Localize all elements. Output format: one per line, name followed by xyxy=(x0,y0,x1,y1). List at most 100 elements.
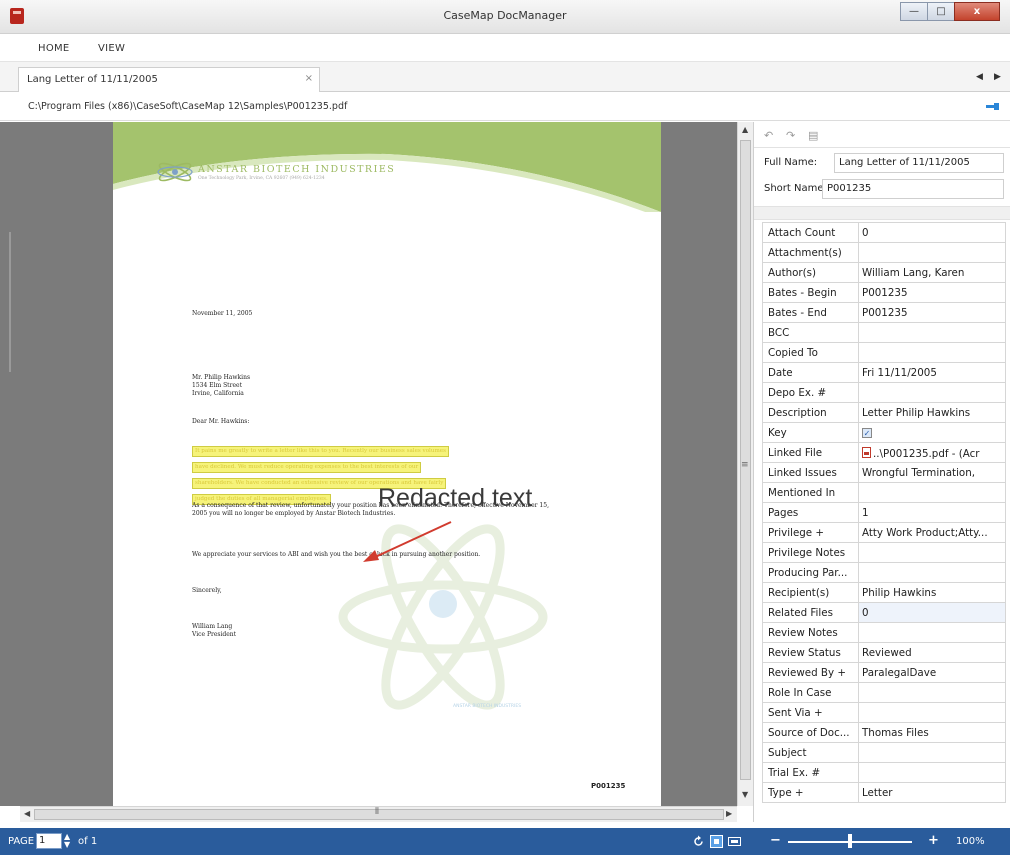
scroll-right-icon[interactable]: ▶ xyxy=(726,809,732,818)
property-row[interactable]: Role In Case xyxy=(763,683,1006,703)
property-row[interactable]: Linked Issues Wrongful Termination, xyxy=(763,463,1006,483)
property-value[interactable]: P001235 xyxy=(859,303,1006,322)
property-value[interactable] xyxy=(859,383,1006,402)
property-value[interactable] xyxy=(859,763,1006,782)
fit-page-icon[interactable] xyxy=(710,835,723,848)
property-value[interactable]: 0 xyxy=(859,603,1006,622)
property-value[interactable]: Thomas Files xyxy=(859,723,1006,742)
property-row[interactable]: Depo Ex. # xyxy=(763,383,1006,403)
property-row[interactable]: Date Fri 11/11/2005 xyxy=(763,363,1006,383)
property-value[interactable] xyxy=(859,743,1006,762)
property-value[interactable] xyxy=(859,343,1006,362)
tab-prev-icon[interactable]: ◀ xyxy=(976,72,983,82)
property-row[interactable]: Privilege Notes xyxy=(763,543,1006,563)
page-label: PAGE xyxy=(8,836,35,847)
page-spinner-icon[interactable]: ▲ ▼ xyxy=(64,833,70,849)
horizontal-scroll-thumb[interactable] xyxy=(34,809,724,820)
property-row[interactable]: Related Files 0 xyxy=(763,603,1006,623)
zoom-slider-thumb[interactable] xyxy=(848,834,852,848)
property-row[interactable]: Attachment(s) xyxy=(763,243,1006,263)
property-row[interactable]: Sent Via + xyxy=(763,703,1006,723)
scroll-left-icon[interactable]: ◀ xyxy=(24,809,30,818)
property-value[interactable]: ParalegalDave xyxy=(859,663,1006,682)
tab-close-icon[interactable]: × xyxy=(305,73,313,84)
property-value[interactable]: Reviewed xyxy=(859,643,1006,662)
property-row[interactable]: Privilege + Atty Work Product;Atty... xyxy=(763,523,1006,543)
property-value[interactable]: 0 xyxy=(859,223,1006,242)
vertical-scrollbar[interactable]: ▲ ≡ ▼ xyxy=(737,122,753,806)
property-row[interactable]: Review Notes xyxy=(763,623,1006,643)
rotate-icon[interactable] xyxy=(692,835,705,848)
company-logo-icon xyxy=(157,162,193,182)
property-key: Pages xyxy=(763,503,859,522)
property-key: Reviewed By + xyxy=(763,663,859,682)
property-row[interactable]: Producing Par... xyxy=(763,563,1006,583)
menu-view[interactable]: VIEW xyxy=(98,43,125,54)
property-key: Privilege Notes xyxy=(763,543,859,562)
zoom-out-button[interactable]: − xyxy=(770,833,781,848)
property-row[interactable]: Type + Letter xyxy=(763,783,1006,803)
property-value[interactable]: Philip Hawkins xyxy=(859,583,1006,602)
print-icon[interactable]: ▤ xyxy=(808,129,818,142)
undo-icon[interactable]: ↶ xyxy=(764,129,773,142)
full-name-field[interactable]: Lang Letter of 11/11/2005 xyxy=(834,153,1004,173)
property-row[interactable]: Bates - Begin P001235 xyxy=(763,283,1006,303)
property-row[interactable]: Reviewed By + ParalegalDave xyxy=(763,663,1006,683)
property-value[interactable]: ..\P001235.pdf - (Acr xyxy=(859,443,1006,462)
property-row[interactable]: Review Status Reviewed xyxy=(763,643,1006,663)
document-viewer[interactable]: ANSTAR BIOTECH INDUSTRIES One Technology… xyxy=(20,122,737,806)
property-row[interactable]: Recipient(s) Philip Hawkins xyxy=(763,583,1006,603)
scroll-up-icon[interactable]: ▲ xyxy=(742,125,748,134)
property-row[interactable]: Description Letter Philip Hawkins xyxy=(763,403,1006,423)
redo-icon[interactable]: ↷ xyxy=(786,129,795,142)
property-row[interactable]: Trial Ex. # xyxy=(763,763,1006,783)
close-button[interactable]: x xyxy=(954,2,1000,21)
short-name-field[interactable]: P001235 xyxy=(822,179,1004,199)
property-row[interactable]: Subject xyxy=(763,743,1006,763)
property-value[interactable] xyxy=(859,623,1006,642)
property-row[interactable]: Author(s) William Lang, Karen xyxy=(763,263,1006,283)
fit-width-icon[interactable] xyxy=(728,835,741,848)
property-key: BCC xyxy=(763,323,859,342)
menu-home[interactable]: HOME xyxy=(38,43,70,54)
property-value[interactable]: Letter xyxy=(859,783,1006,802)
property-row[interactable]: Mentioned In xyxy=(763,483,1006,503)
key-checkbox[interactable]: ✓ xyxy=(862,428,872,438)
property-row[interactable]: Pages 1 xyxy=(763,503,1006,523)
property-value[interactable] xyxy=(859,563,1006,582)
letter-salutation: Dear Mr. Hawkins: xyxy=(192,418,250,425)
property-value[interactable]: Fri 11/11/2005 xyxy=(859,363,1006,382)
zoom-in-button[interactable]: + xyxy=(928,833,939,848)
property-value[interactable]: Atty Work Product;Atty... xyxy=(859,523,1006,542)
company-name: ANSTAR BIOTECH INDUSTRIES xyxy=(198,164,396,175)
horizontal-scrollbar[interactable]: ◀ ⦀ ▶ xyxy=(20,806,737,822)
scroll-down-icon[interactable]: ▼ xyxy=(742,790,748,799)
property-value[interactable] xyxy=(859,243,1006,262)
property-row[interactable]: BCC xyxy=(763,323,1006,343)
pin-icon[interactable] xyxy=(986,103,1000,110)
property-value[interactable]: 1 xyxy=(859,503,1006,522)
maximize-button[interactable]: □ xyxy=(927,2,955,21)
property-row[interactable]: Copied To xyxy=(763,343,1006,363)
property-value[interactable]: P001235 xyxy=(859,283,1006,302)
property-value[interactable]: William Lang, Karen xyxy=(859,263,1006,282)
tab-next-icon[interactable]: ▶ xyxy=(994,72,1001,82)
property-value[interactable]: Letter Philip Hawkins xyxy=(859,403,1006,422)
property-key: Attachment(s) xyxy=(763,243,859,262)
property-value[interactable] xyxy=(859,683,1006,702)
property-value[interactable]: ✓ xyxy=(859,423,1006,442)
property-value[interactable]: Wrongful Termination, xyxy=(859,463,1006,482)
property-row[interactable]: Source of Doc... Thomas Files xyxy=(763,723,1006,743)
property-value[interactable] xyxy=(859,543,1006,562)
property-value[interactable] xyxy=(859,703,1006,722)
minimize-button[interactable]: — xyxy=(900,2,928,21)
property-value[interactable] xyxy=(859,323,1006,342)
viewer-gutter xyxy=(0,122,20,806)
page-number-input[interactable]: 1 xyxy=(36,833,62,849)
property-row[interactable]: Key ✓ xyxy=(763,423,1006,443)
property-row[interactable]: Bates - End P001235 xyxy=(763,303,1006,323)
property-value[interactable] xyxy=(859,483,1006,502)
tab-lang-letter[interactable]: Lang Letter of 11/11/2005 × xyxy=(18,67,320,92)
property-row[interactable]: Linked File ..\P001235.pdf - (Acr xyxy=(763,443,1006,463)
property-row[interactable]: Attach Count 0 xyxy=(763,223,1006,243)
